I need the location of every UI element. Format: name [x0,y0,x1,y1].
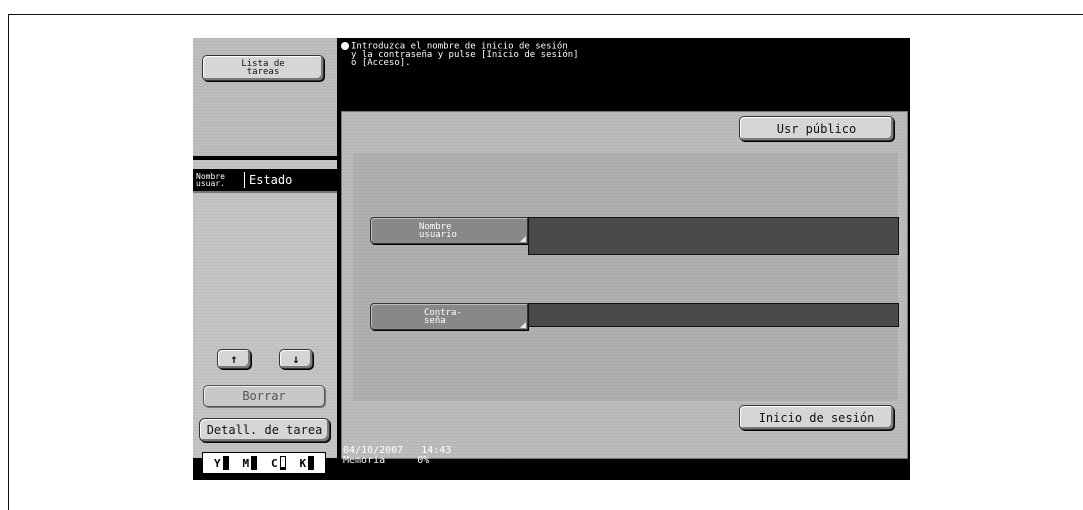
toner-fill [252,457,257,469]
job-list-panel [193,160,337,458]
column-user-name: Nombre usuar. [196,172,225,188]
scroll-down-button[interactable]: ↓ [279,349,313,369]
toner-level-icon [251,456,258,470]
header-divider [193,191,337,193]
column-separator [244,172,245,188]
instruction-message: Introduzca el nombre de inicio de sesión… [341,42,901,67]
username-label: Nombre usuario [419,221,457,240]
job-list-button[interactable]: Lista de tareas [202,55,324,81]
delete-label: Borrar [242,389,286,403]
page-frame-left [8,14,9,510]
control-panel-screen: Lista de tareas Nombre usuar. Estado ↑ ↓… [193,38,910,480]
arrow-down-icon: ↓ [292,352,300,366]
password-label: Contra- seña [424,307,462,326]
memory-label: Memoria [343,455,386,466]
toner-c: C [271,456,286,470]
username-field-button[interactable]: Nombre usuario [370,217,528,244]
toner-label: M [242,457,250,470]
toner-m: M [242,456,258,470]
job-detail-button[interactable]: Detall. de tarea [199,418,330,442]
job-list-label: Lista de tareas [241,59,285,77]
login-label: Inicio de sesión [758,410,875,425]
login-panel: Usr público Nombre usuario Contra- seña … [341,111,908,459]
toner-fill [309,457,314,469]
login-button[interactable]: Inicio de sesión [739,405,894,430]
toner-label: K [299,457,307,470]
password-field-button[interactable]: Contra- seña [370,303,528,330]
toner-fill [280,467,285,469]
username-input[interactable] [528,217,899,255]
toner-level-icon [279,456,286,470]
job-detail-label: Detall. de tarea [206,423,323,437]
password-input[interactable] [528,303,899,327]
delete-button[interactable]: Borrar [203,385,325,407]
public-user-button[interactable]: Usr público [739,116,894,141]
info-bullet-icon [341,42,349,50]
toner-level-icon [308,456,315,470]
toner-k: K [299,456,315,470]
arrow-up-icon: ↑ [230,352,238,366]
toner-fill [223,457,228,469]
login-fields-area: Nombre usuario Contra- seña [353,153,899,401]
job-list-header: Nombre usuar. Estado [193,169,337,191]
page-frame-top [8,14,1083,15]
memory-value: 0% [417,455,430,466]
scroll-up-button[interactable]: ↑ [217,349,251,369]
toner-label: C [270,457,278,470]
toner-label: Y [213,457,221,470]
status-bar: 04/10/2007 14:43 Memoria 0% [343,446,451,466]
toner-y: Y [214,456,229,470]
public-user-label: Usr público [776,121,857,136]
column-status: Estado [249,173,293,187]
toner-level-icon [222,456,229,470]
toner-levels: YMCK [202,452,326,474]
message-line-3: o [Acceso]. [351,57,411,68]
